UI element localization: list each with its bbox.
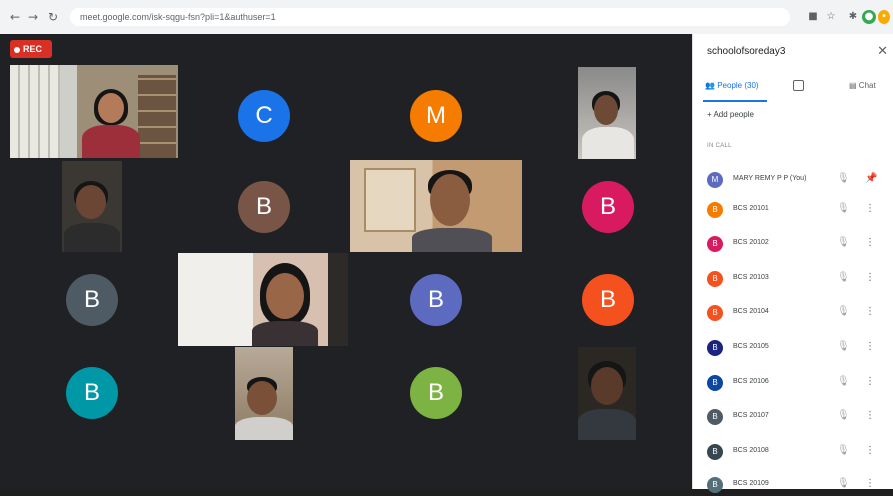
pin-icon[interactable]: 📌: [865, 173, 877, 184]
participant-avatar[interactable]: B: [582, 274, 634, 326]
address-bar[interactable]: meet.google.com/isk-sqgu-fsn?pli=1&authu…: [70, 8, 790, 26]
participant-avatar-small: B: [707, 375, 723, 391]
video-tile[interactable]: [235, 347, 293, 440]
more-options-icon[interactable]: ⋮: [865, 410, 875, 421]
mic-off-icon[interactable]: 🎙: [837, 237, 850, 248]
participant-avatar-small: B: [707, 305, 723, 321]
mic-off-icon[interactable]: 🎙: [837, 410, 850, 421]
participant-name: BCS 20109: [733, 480, 769, 487]
back-icon[interactable]: ←: [8, 10, 22, 24]
more-options-icon[interactable]: ⋮: [865, 237, 875, 248]
participant-name: BCS 20104: [733, 308, 769, 315]
extension-icon[interactable]: ✱: [846, 10, 860, 24]
mic-off-icon[interactable]: 🎙: [837, 173, 850, 184]
participant-name: BCS 20107: [733, 412, 769, 419]
participant-name: BCS 20105: [733, 343, 769, 350]
participant-avatar[interactable]: B: [410, 274, 462, 326]
more-options-icon[interactable]: ⋮: [865, 445, 875, 456]
checkbox-icon: [793, 80, 804, 92]
mic-off-icon[interactable]: 🎙: [837, 445, 850, 456]
participant-row[interactable]: B BCS 20101 🎙 ⋮: [707, 201, 887, 221]
reload-icon[interactable]: ↻: [46, 10, 60, 24]
video-tile[interactable]: [62, 161, 122, 252]
participant-avatar[interactable]: M: [410, 90, 462, 142]
add-people-label: Add people: [713, 110, 754, 119]
add-person-icon: +: [707, 110, 712, 119]
participant-name: BCS 20103: [733, 274, 769, 281]
participant-row[interactable]: B BCS 20108 🎙 ⋮: [707, 443, 887, 463]
participant-name: MARY REMY P P (You): [733, 175, 807, 182]
participant-name: BCS 20108: [733, 447, 769, 454]
tab-activities[interactable]: [793, 78, 804, 94]
meeting-title: schoolofsoreday3: [707, 46, 786, 57]
chat-icon: ▤: [849, 81, 857, 90]
profile-avatar[interactable]: •: [878, 10, 890, 24]
video-tile[interactable]: [10, 65, 178, 158]
more-options-icon[interactable]: ⋮: [865, 203, 875, 214]
participant-avatar-small: B: [707, 444, 723, 460]
video-tile[interactable]: [578, 67, 636, 159]
extension-green-icon[interactable]: ●: [862, 10, 876, 24]
mic-off-icon[interactable]: 🎙: [837, 272, 850, 283]
participant-avatar[interactable]: C: [238, 90, 290, 142]
participant-row[interactable]: B BCS 20106 🎙 ⋮: [707, 374, 887, 394]
participant-avatar-small: B: [707, 236, 723, 252]
camera-icon[interactable]: ■: [806, 10, 820, 24]
participant-avatar[interactable]: B: [66, 367, 118, 419]
mic-off-icon[interactable]: 🎙: [837, 478, 850, 489]
video-tile[interactable]: [350, 160, 522, 252]
more-options-icon[interactable]: ⋮: [865, 478, 875, 489]
participant-row[interactable]: M MARY REMY P P (You) 🎙 📌: [707, 171, 887, 191]
tab-chat[interactable]: ▤ Chat: [849, 78, 876, 94]
mic-off-icon[interactable]: 🎙: [837, 306, 850, 317]
more-options-icon[interactable]: ⋮: [865, 341, 875, 352]
participant-avatar-small: B: [707, 340, 723, 356]
participant-avatar[interactable]: B: [66, 274, 118, 326]
more-options-icon[interactable]: ⋮: [865, 306, 875, 317]
browser-toolbar: ← → ↻ meet.google.com/isk-sqgu-fsn?pli=1…: [0, 0, 893, 35]
tab-chat-label: Chat: [858, 81, 876, 90]
record-dot-icon: [14, 46, 20, 53]
participant-row[interactable]: B BCS 20104 🎙 ⋮: [707, 304, 887, 324]
recording-label: REC: [23, 44, 43, 54]
participant-row[interactable]: B BCS 20102 🎙 ⋮: [707, 235, 887, 255]
video-tile[interactable]: [178, 253, 348, 346]
participant-avatar-small: B: [707, 409, 723, 425]
participant-name: BCS 20102: [733, 239, 769, 246]
participant-avatar[interactable]: B: [410, 367, 462, 419]
tab-people-label: People (30): [717, 81, 759, 90]
participant-row[interactable]: B BCS 20103 🎙 ⋮: [707, 270, 887, 290]
participant-avatar-small: M: [707, 172, 723, 188]
participant-avatar[interactable]: B: [582, 181, 634, 233]
people-icon: 👥: [705, 81, 715, 90]
forward-icon[interactable]: →: [26, 10, 40, 24]
more-options-icon[interactable]: ⋮: [865, 376, 875, 387]
participant-avatar-small: B: [707, 477, 723, 493]
participant-row[interactable]: B BCS 20105 🎙 ⋮: [707, 339, 887, 359]
participant-avatar-small: B: [707, 271, 723, 287]
mic-off-icon[interactable]: 🎙: [837, 341, 850, 352]
tab-people[interactable]: 👥 People (30): [705, 78, 759, 94]
tab-indicator: [703, 100, 767, 102]
participant-name: BCS 20101: [733, 205, 769, 212]
recording-badge: REC: [10, 40, 52, 58]
video-tile[interactable]: [578, 347, 636, 440]
close-icon[interactable]: ✕: [877, 44, 888, 59]
participant-avatar-small: B: [707, 202, 723, 218]
mic-off-icon[interactable]: 🎙: [837, 376, 850, 387]
people-panel: schoolofsoreday3 ✕ 👥 People (30) ▤ Chat …: [692, 34, 893, 493]
section-label: IN CALL: [707, 143, 732, 149]
participant-name: BCS 20106: [733, 378, 769, 385]
participant-avatar[interactable]: B: [238, 181, 290, 233]
add-people-button[interactable]: + Add people: [707, 110, 754, 119]
participant-row[interactable]: B BCS 20107 🎙 ⋮: [707, 408, 887, 428]
meeting-stage: REC C M B B B B B B B: [0, 34, 692, 489]
more-options-icon[interactable]: ⋮: [865, 272, 875, 283]
mic-off-icon[interactable]: 🎙: [837, 203, 850, 214]
star-icon[interactable]: ☆: [824, 10, 838, 24]
participant-row[interactable]: B BCS 20109 🎙 ⋮: [707, 476, 887, 496]
